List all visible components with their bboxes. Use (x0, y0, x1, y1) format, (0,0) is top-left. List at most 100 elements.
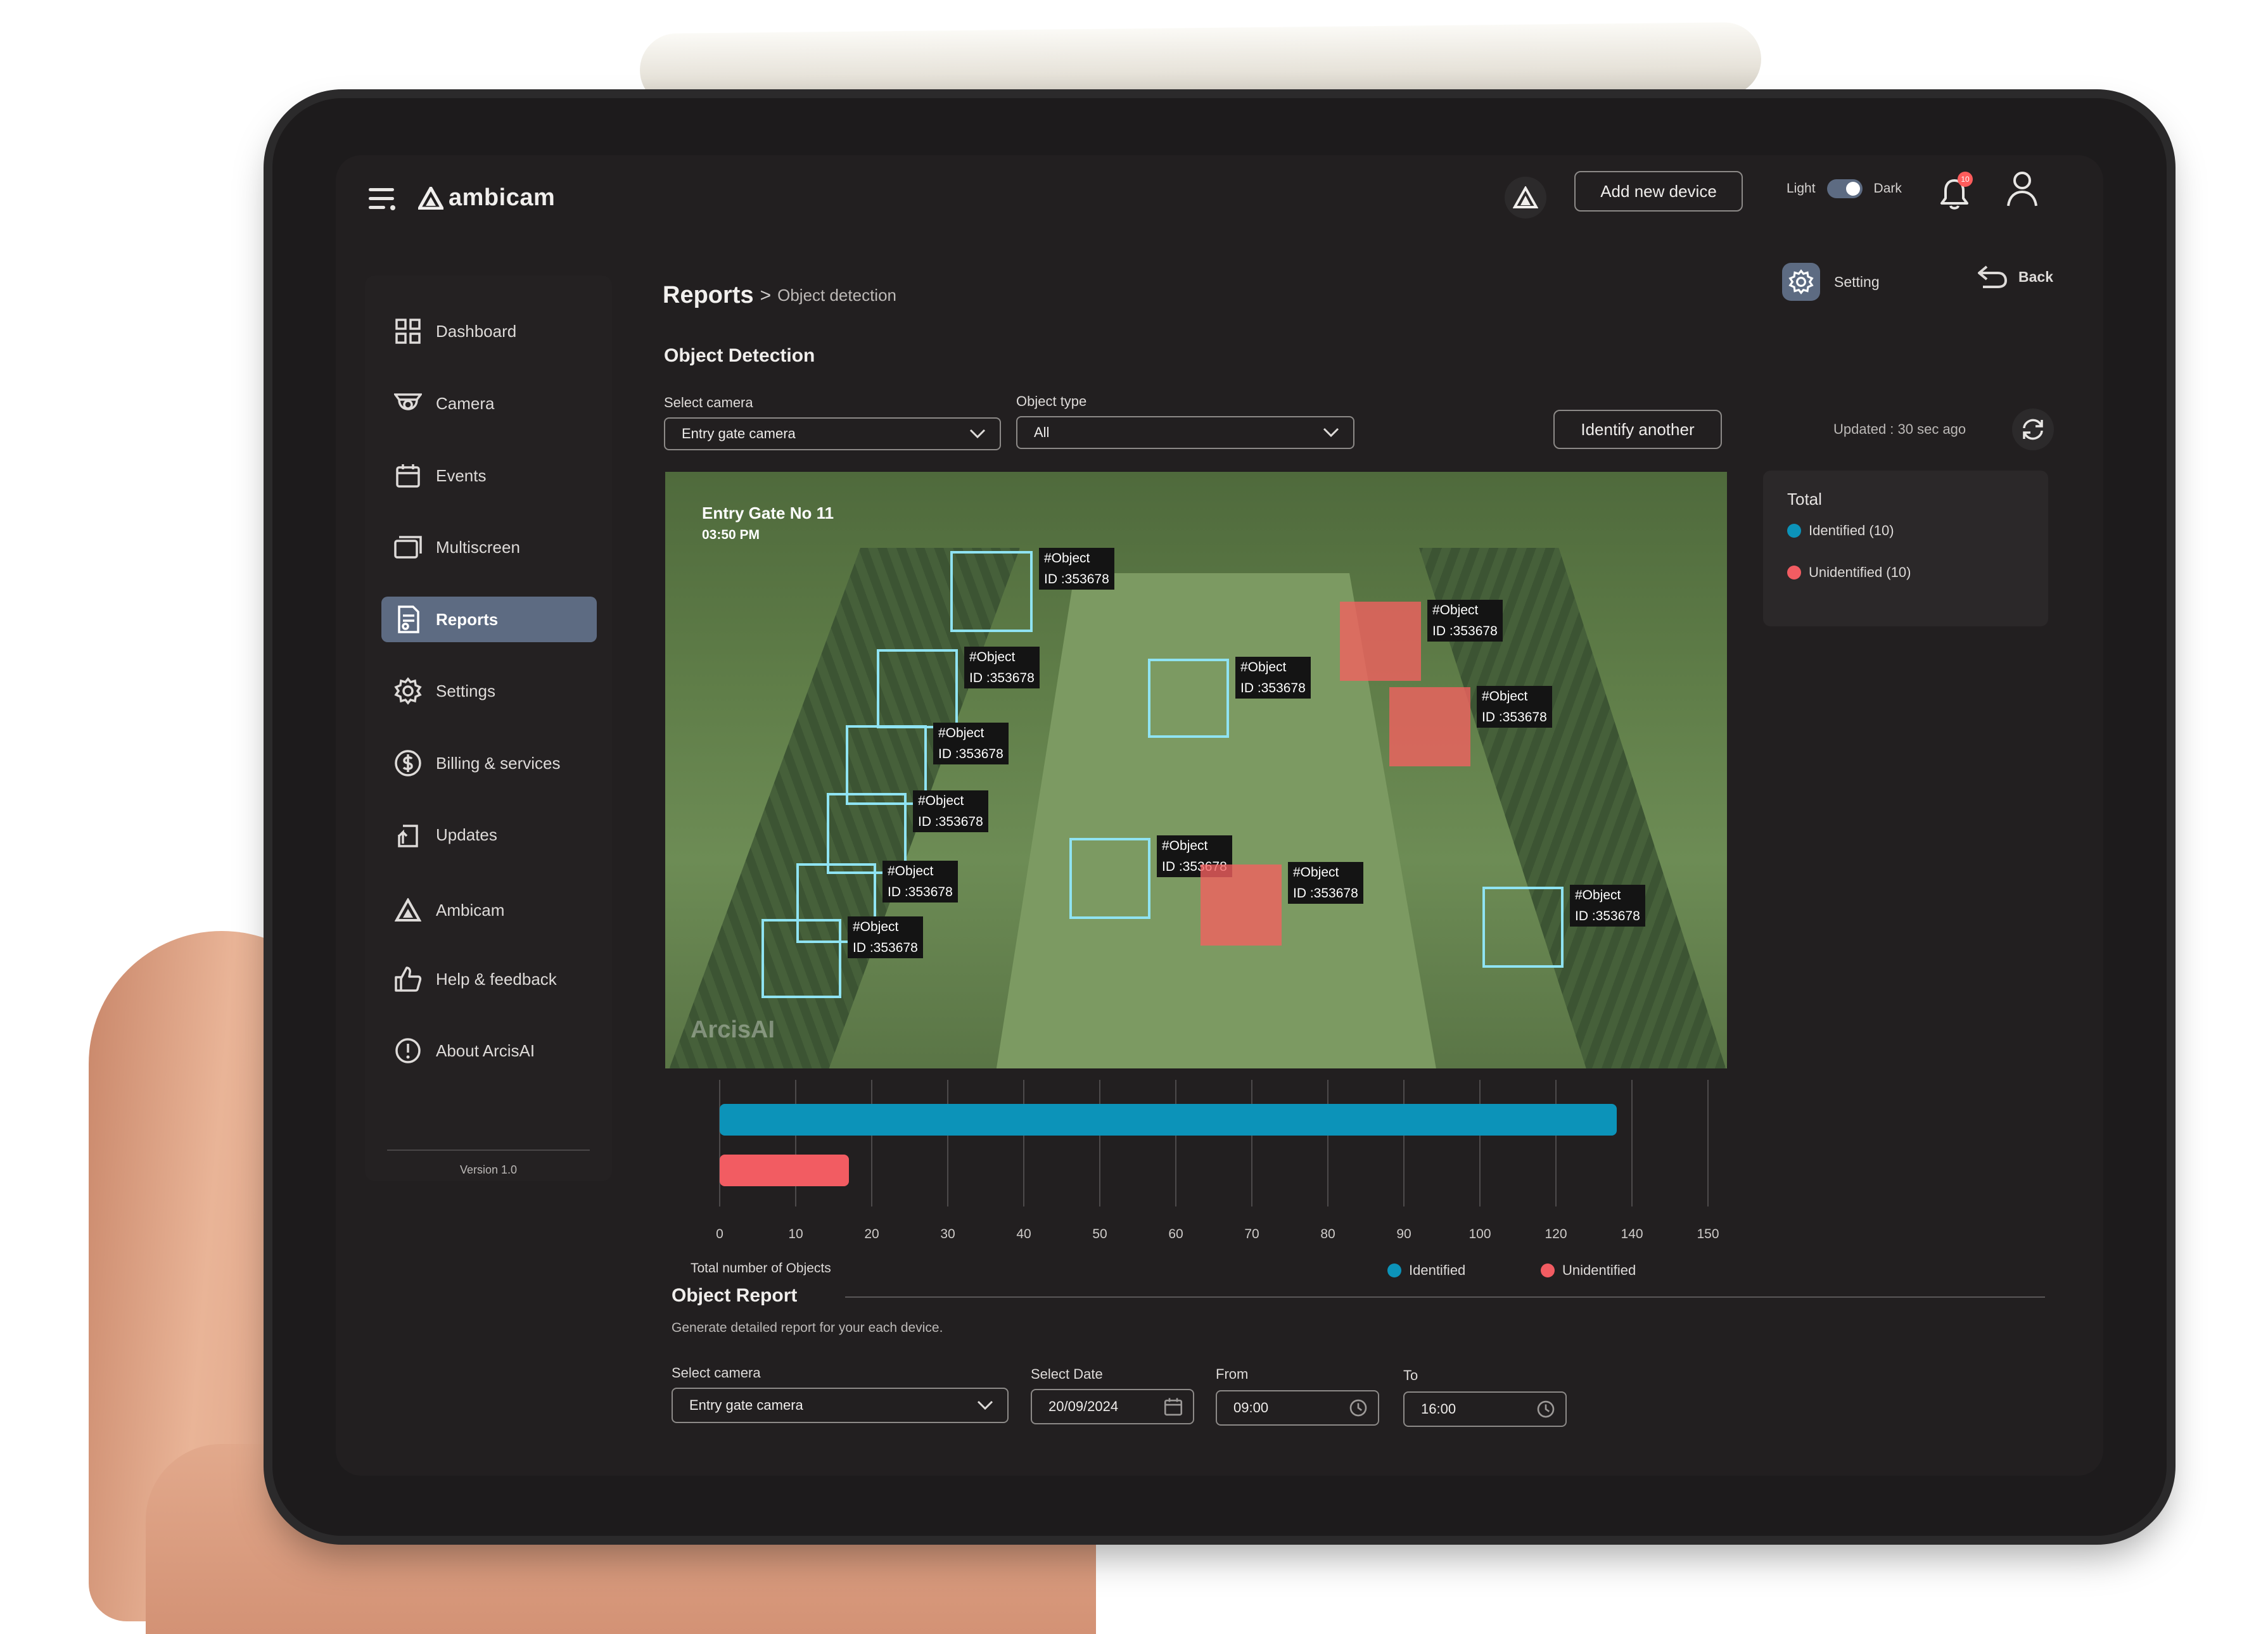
multiscreen-icon (394, 533, 422, 561)
sidebar-item-label: Reports (436, 609, 499, 629)
apple-pencil (639, 22, 1762, 108)
bar-identified[interactable] (720, 1104, 1617, 1136)
gear-icon (394, 677, 422, 705)
sidebar-item-events[interactable]: Events (381, 453, 597, 498)
report-from-label: From (1216, 1366, 1249, 1382)
legend-label-identified: Identified (1409, 1262, 1466, 1278)
toggle-knob (1845, 182, 1860, 196)
sidebar-divider (387, 1150, 590, 1151)
tag-id: ID :353678 (1432, 624, 1498, 638)
x-tick-label: 0 (716, 1227, 723, 1241)
sidebar-item-billing[interactable]: Billing & services (381, 740, 597, 786)
camera-select-value: Entry gate camera (682, 426, 796, 441)
unidentified-count-label: Unidentified (10) (1809, 564, 1911, 580)
sidebar-item-settings[interactable]: Settings (381, 668, 597, 714)
add-device-button[interactable]: Add new device (1574, 171, 1743, 212)
sidebar-item-updates[interactable]: Updates (381, 812, 597, 858)
legend-label-unidentified: Unidentified (1562, 1262, 1636, 1278)
report-divider (845, 1296, 2045, 1298)
camera-select[interactable]: Entry gate camera (664, 417, 1001, 450)
detection-tag: #Object ID :353678 (1235, 657, 1311, 699)
detection-box-identified[interactable] (761, 919, 841, 998)
x-tick-label: 10 (788, 1227, 803, 1241)
calendar-icon (394, 462, 422, 490)
sidebar-item-label: Ambicam (436, 900, 505, 920)
report-date-input[interactable]: 20/09/2024 (1031, 1389, 1194, 1424)
x-tick-label: 100 (1468, 1227, 1491, 1241)
x-tick-label: 50 (1092, 1227, 1107, 1241)
identified-dot (1787, 524, 1801, 538)
detection-tag: #Object ID :353678 (1288, 862, 1363, 904)
sidebar-item-label: Help & feedback (436, 969, 557, 989)
x-tick-label: 40 (1016, 1227, 1031, 1241)
breadcrumb-root[interactable]: Reports (663, 282, 754, 309)
theme-switch[interactable]: Light Dark (1787, 179, 1902, 198)
app-logo[interactable]: ambicam (418, 184, 555, 212)
feed-watermark: ArcisAI (691, 1016, 775, 1043)
detection-tag: #Object ID :353678 (1427, 600, 1503, 642)
tag-id: ID :353678 (938, 747, 1003, 761)
detection-tag: #Object ID :353678 (1477, 686, 1552, 728)
bar-unidentified[interactable] (720, 1155, 849, 1186)
refresh-button[interactable] (2012, 408, 2054, 450)
tag-id: ID :353678 (1240, 681, 1306, 695)
breadcrumb-current: Object detection (777, 286, 896, 305)
report-date-label: Select Date (1031, 1366, 1103, 1382)
detection-box-unidentified[interactable] (1340, 602, 1421, 681)
detection-box-identified[interactable] (1069, 838, 1150, 919)
report-camera-select[interactable]: Entry gate camera (672, 1388, 1009, 1423)
tag-id: ID :353678 (918, 814, 983, 829)
x-tick-label: 140 (1621, 1227, 1643, 1241)
report-to-input[interactable]: 16:00 (1403, 1391, 1567, 1427)
report-to-label: To (1403, 1367, 1418, 1383)
sidebar-item-camera[interactable]: Camera (381, 381, 597, 426)
sidebar-item-ambicam[interactable]: Ambicam (381, 887, 597, 933)
detection-box-identified[interactable] (877, 649, 958, 728)
back-button[interactable]: Back (1977, 264, 2053, 289)
tag-label: #Object (1044, 551, 1090, 566)
unidentified-dot (1787, 566, 1801, 580)
tag-id: ID :353678 (969, 671, 1035, 685)
chevron-down-icon (1323, 428, 1339, 438)
select-camera-label: Select camera (664, 395, 753, 410)
detection-box-identified[interactable] (950, 551, 1033, 632)
ambicam-logo-icon (418, 186, 443, 210)
tag-id: ID :353678 (853, 940, 918, 955)
detection-box-unidentified[interactable] (1201, 864, 1282, 946)
object-type-value: All (1034, 424, 1050, 440)
arcis-logo-icon (1513, 186, 1538, 208)
detection-box-identified[interactable] (1148, 659, 1229, 738)
sidebar-item-reports[interactable]: Reports (381, 597, 597, 642)
gear-icon (1782, 263, 1820, 301)
sidebar-item-dashboard[interactable]: Dashboard (381, 308, 597, 354)
setting-button[interactable]: Setting (1782, 263, 1880, 301)
sidebar-item-help[interactable]: Help & feedback (381, 956, 597, 1002)
detection-box-identified[interactable] (1482, 887, 1564, 968)
detection-box-unidentified[interactable] (1389, 687, 1470, 766)
report-from-input[interactable]: 09:00 (1216, 1390, 1379, 1426)
sidebar-item-about[interactable]: About ArcisAI (381, 1028, 597, 1074)
tag-id: ID :353678 (1044, 572, 1109, 586)
tag-label: #Object (1432, 603, 1479, 618)
user-icon[interactable] (2006, 170, 2039, 207)
object-type-select[interactable]: All (1016, 416, 1354, 449)
x-tick-label: 90 (1396, 1227, 1411, 1241)
detection-tag: #Object ID :353678 (882, 861, 958, 902)
detection-tag: #Object ID :353678 (933, 723, 1009, 764)
feed-camera-name: Entry Gate No 11 (702, 504, 834, 522)
breadcrumb: Reports > Object detection (663, 282, 896, 309)
setting-label: Setting (1834, 273, 1880, 290)
theme-toggle[interactable] (1826, 179, 1863, 198)
info-icon (394, 1037, 422, 1065)
report-from-value: 09:00 (1233, 1400, 1269, 1416)
sidebar-item-multiscreen[interactable]: Multiscreen (381, 524, 597, 570)
tag-id: ID :353678 (1293, 886, 1358, 901)
identify-another-button[interactable]: Identify another (1553, 410, 1722, 449)
report-to-value: 16:00 (1421, 1401, 1456, 1417)
menu-icon[interactable] (369, 188, 398, 210)
clock-icon (1537, 1400, 1555, 1418)
camera-feed[interactable]: Entry Gate No 11 03:50 PM ArcisAI #Objec… (665, 472, 1727, 1068)
theme-light-label: Light (1787, 181, 1816, 196)
arcis-button[interactable] (1505, 177, 1546, 218)
sidebar-item-label: Multiscreen (436, 537, 520, 557)
